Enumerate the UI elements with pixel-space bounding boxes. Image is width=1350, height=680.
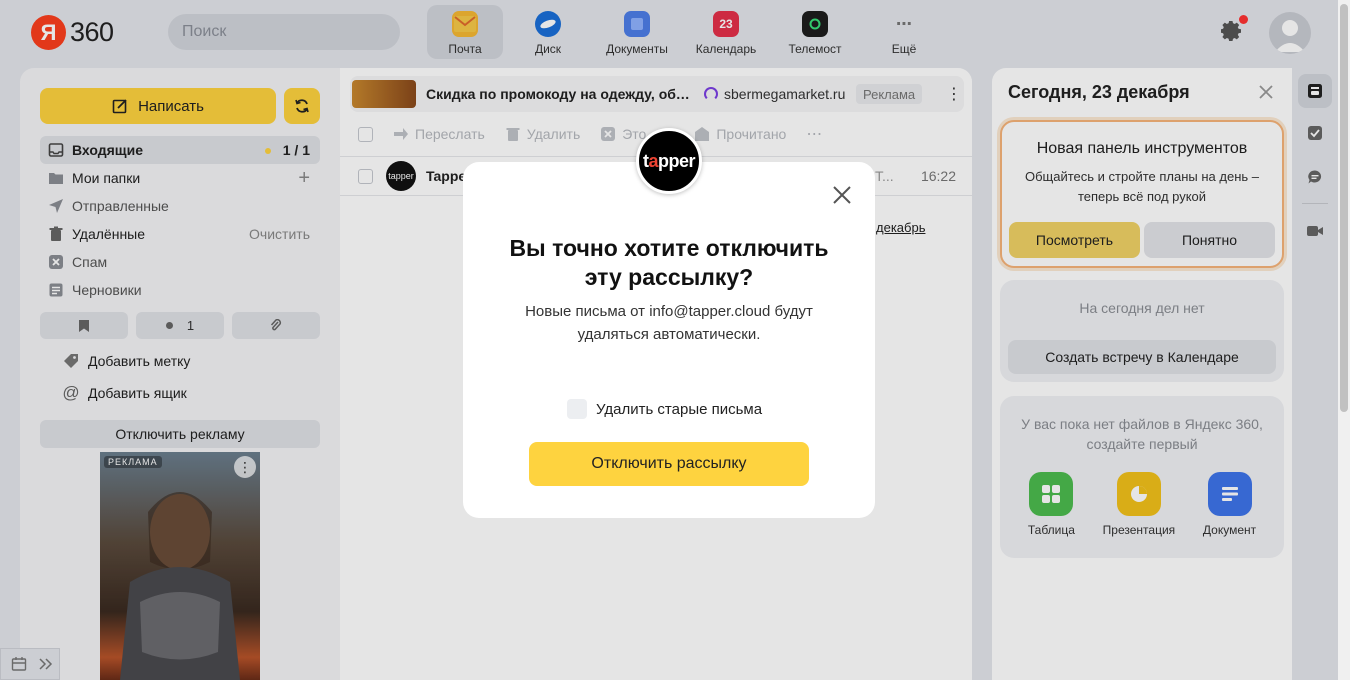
logo-part: pper bbox=[658, 150, 696, 171]
unsubscribe-confirm-button[interactable]: Отключить рассылку bbox=[529, 442, 809, 486]
close-icon[interactable] bbox=[831, 184, 853, 206]
logo-part: a bbox=[648, 150, 658, 171]
tapper-logo: t a pper bbox=[636, 128, 702, 194]
modal-text: Новые письма от info@tapper.cloud будут … bbox=[525, 303, 813, 343]
page-scrollbar[interactable] bbox=[1338, 0, 1350, 680]
modal-title: Вы точно хотите отключить эту рассылку? bbox=[509, 235, 829, 290]
scrollbar-thumb[interactable] bbox=[1340, 4, 1348, 412]
checkbox-box[interactable] bbox=[567, 399, 587, 419]
unsubscribe-modal: Вы точно хотите отключить эту рассылку? … bbox=[463, 162, 875, 518]
checkbox-label: Удалить старые письма bbox=[596, 400, 763, 418]
delete-old-letters-checkbox[interactable]: Удалить старые письма bbox=[567, 399, 762, 419]
